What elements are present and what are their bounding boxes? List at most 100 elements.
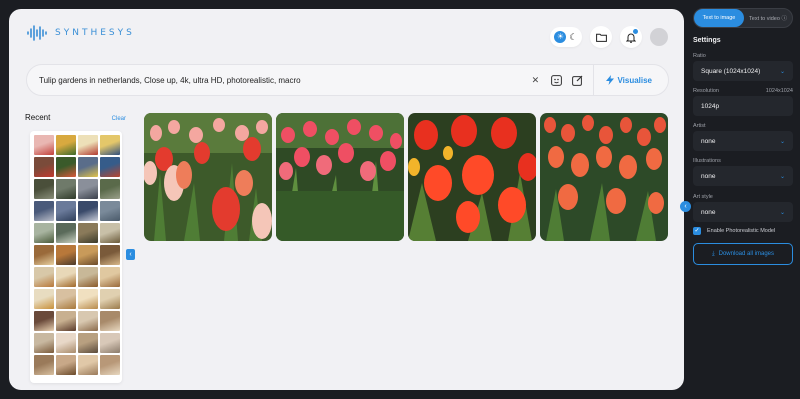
recent-thumbnail[interactable] <box>78 245 98 265</box>
recent-thumbnail[interactable] <box>56 179 76 199</box>
recent-thumbnail[interactable] <box>78 289 98 309</box>
clear-prompt-icon[interactable]: ✕ <box>529 74 541 86</box>
folder-icon <box>595 33 607 42</box>
recent-thumbnail[interactable] <box>56 135 76 155</box>
recent-thumbnail[interactable] <box>34 179 54 199</box>
info-icon: ⓘ <box>781 16 787 22</box>
download-all-button[interactable]: ⤓ Download all images <box>693 243 793 265</box>
illustrations-label: Illustrations <box>693 158 721 164</box>
recent-thumbnail[interactable] <box>100 333 120 353</box>
recent-thumbnail[interactable] <box>78 355 98 375</box>
recent-thumbnail[interactable] <box>34 201 54 221</box>
illustrations-select[interactable]: none ⌄ <box>693 166 793 186</box>
avatar[interactable] <box>650 28 668 46</box>
recent-thumbnails <box>30 131 122 383</box>
recent-thumbnail[interactable] <box>78 267 98 287</box>
moon-icon[interactable]: ☾ <box>569 31 577 43</box>
image-prompt-icon[interactable] <box>550 74 562 86</box>
resolution-label: Resolution <box>693 88 719 94</box>
recent-thumbnail[interactable] <box>100 135 120 155</box>
art-style-value: none <box>701 208 716 216</box>
recent-thumbnail[interactable] <box>56 333 76 353</box>
recent-thumbnail[interactable] <box>34 333 54 353</box>
photorealistic-label: Enable Photorealistic Model <box>707 228 776 234</box>
main-panel: SYNTHESYS ☀ ☾ Tulip gardens in netherlan… <box>9 9 684 390</box>
recent-thumbnail[interactable] <box>78 157 98 177</box>
folder-button[interactable] <box>590 26 612 48</box>
ratio-select[interactable]: Square (1024x1024) ⌄ <box>693 61 793 81</box>
download-label: Download all images <box>718 251 775 257</box>
recent-thumbnail[interactable] <box>34 355 54 375</box>
recent-thumbnail[interactable] <box>34 311 54 331</box>
art-style-label: Art style <box>693 194 713 200</box>
generated-image-2[interactable] <box>276 113 404 241</box>
collapse-recent-button[interactable]: ‹ <box>126 249 135 260</box>
sun-icon[interactable]: ☀ <box>554 31 567 43</box>
illustrations-value: none <box>701 172 716 180</box>
recent-thumbnail[interactable] <box>78 333 98 353</box>
recent-title: Recent <box>25 113 51 122</box>
notifications-button[interactable] <box>620 26 642 48</box>
recent-thumbnail[interactable] <box>78 135 98 155</box>
recent-thumbnail[interactable] <box>78 179 98 199</box>
mode-switch: Text to image Text to video ⓘ <box>693 8 793 28</box>
photorealistic-toggle[interactable]: ✓ Enable Photorealistic Model <box>693 227 775 235</box>
tab-text-to-video[interactable]: Text to video ⓘ <box>744 14 792 22</box>
recent-thumbnail[interactable] <box>56 223 76 243</box>
recent-thumbnail[interactable] <box>78 311 98 331</box>
waveform-logo-icon <box>27 25 47 41</box>
download-icon: ⤓ <box>711 250 715 257</box>
photorealistic-checkbox[interactable]: ✓ <box>693 227 701 235</box>
generated-image-4[interactable] <box>540 113 668 241</box>
generated-image-1[interactable] <box>144 113 272 241</box>
settings-title: Settings <box>693 37 721 44</box>
recent-thumbnail[interactable] <box>100 311 120 331</box>
recent-thumbnail[interactable] <box>100 179 120 199</box>
collapse-settings-button[interactable]: ‹ <box>680 201 691 212</box>
recent-thumbnail[interactable] <box>56 289 76 309</box>
tab-text-to-image[interactable]: Text to image <box>694 9 744 27</box>
recent-thumbnail[interactable] <box>100 355 120 375</box>
recent-thumbnail[interactable] <box>56 245 76 265</box>
app-logo[interactable]: SYNTHESYS <box>26 25 135 41</box>
lightning-icon <box>606 75 615 85</box>
artist-select[interactable]: none ⌄ <box>693 131 793 151</box>
theme-toggle[interactable]: ☀ ☾ <box>550 27 582 47</box>
recent-thumbnail[interactable] <box>100 157 120 177</box>
clear-recent-link[interactable]: Clear <box>112 116 126 122</box>
recent-thumbnail[interactable] <box>34 267 54 287</box>
notification-dot <box>633 29 638 34</box>
image-gallery <box>144 113 668 241</box>
art-style-select[interactable]: none ⌄ <box>693 202 793 222</box>
recent-thumbnail[interactable] <box>56 267 76 287</box>
edit-prompt-icon[interactable] <box>571 74 583 86</box>
recent-thumbnail[interactable] <box>34 289 54 309</box>
generated-image-3[interactable] <box>408 113 536 241</box>
recent-thumbnail[interactable] <box>78 201 98 221</box>
resolution-hint: 1024x1024 <box>765 88 793 94</box>
recent-thumbnail[interactable] <box>56 311 76 331</box>
recent-thumbnail[interactable] <box>100 201 120 221</box>
recent-thumbnail[interactable] <box>56 201 76 221</box>
recent-thumbnail[interactable] <box>34 157 54 177</box>
resolution-select[interactable]: 1024p <box>693 96 793 116</box>
prompt-input[interactable]: Tulip gardens in netherlands, Close up, … <box>27 76 529 85</box>
tab-text-to-video-label: Text to video <box>749 16 780 22</box>
artist-label: Artist <box>693 123 706 129</box>
recent-thumbnail[interactable] <box>100 245 120 265</box>
recent-thumbnail[interactable] <box>100 289 120 309</box>
recent-thumbnail[interactable] <box>100 223 120 243</box>
ratio-value: Square (1024x1024) <box>701 67 761 75</box>
recent-thumbnail[interactable] <box>34 135 54 155</box>
settings-sidebar: Text to image Text to video ⓘ Settings R… <box>693 0 800 399</box>
chevron-down-icon: ⌄ <box>779 209 785 216</box>
recent-thumbnail[interactable] <box>78 223 98 243</box>
recent-thumbnail[interactable] <box>34 223 54 243</box>
chevron-down-icon: ⌄ <box>779 173 785 180</box>
recent-thumbnail[interactable] <box>100 267 120 287</box>
recent-thumbnail[interactable] <box>34 245 54 265</box>
recent-thumbnail[interactable] <box>56 157 76 177</box>
visualise-button[interactable]: Visualise <box>594 75 668 85</box>
recent-thumbnail[interactable] <box>56 355 76 375</box>
chevron-down-icon: ⌄ <box>779 138 785 145</box>
